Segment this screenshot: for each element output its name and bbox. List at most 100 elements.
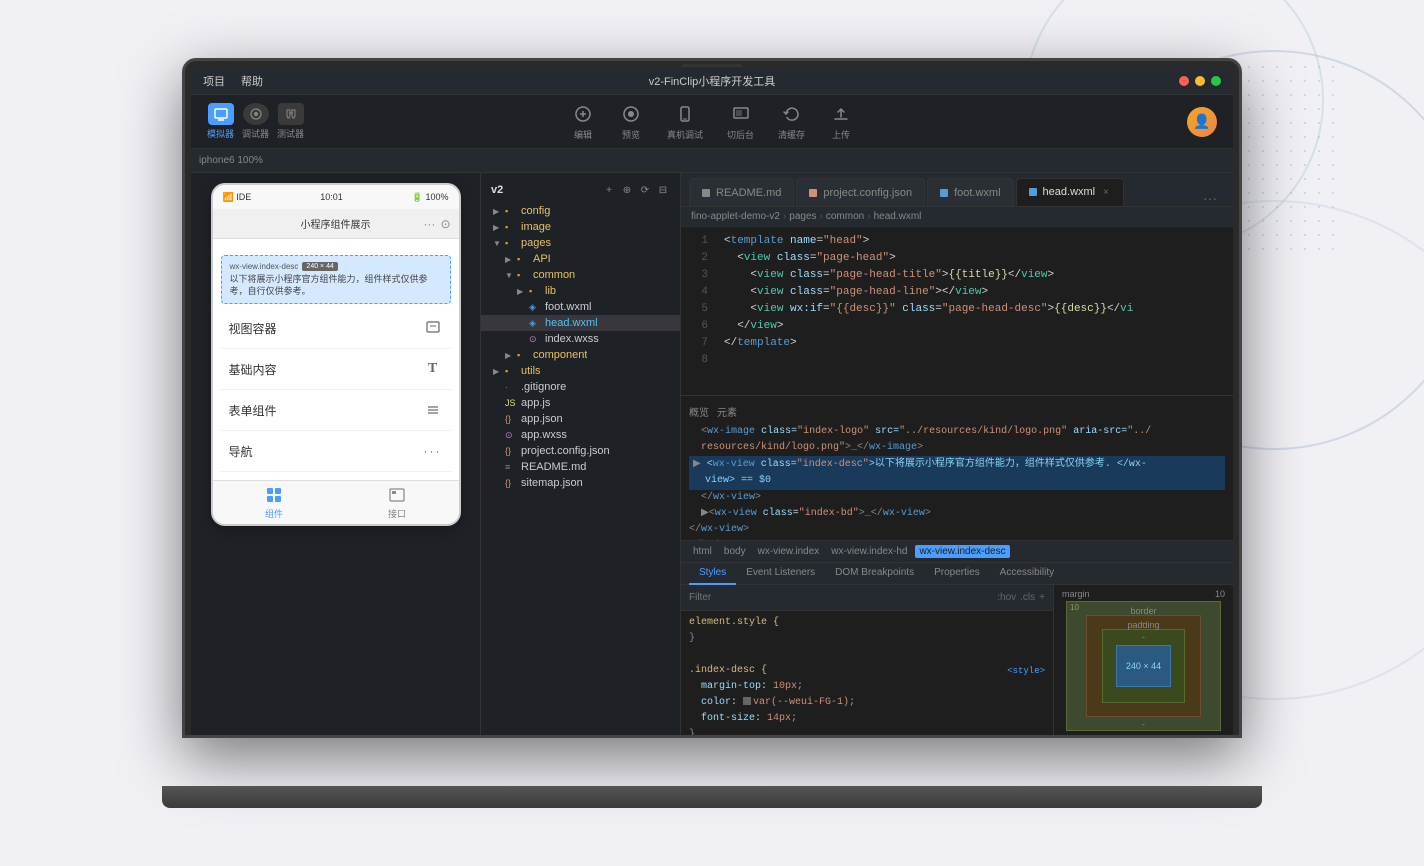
- styles-panel: :hov .cls + element.style {: [681, 585, 1053, 735]
- window-min-button[interactable]: [1195, 76, 1205, 86]
- elem-tag-html[interactable]: html: [689, 545, 716, 558]
- title-bar: 项目 帮助 v2-FinClip小程序开发工具: [191, 67, 1233, 95]
- debugger-button[interactable]: 调试器: [242, 103, 269, 140]
- styles-content[interactable]: element.style { } .index-desc { <style>: [681, 611, 1053, 735]
- tree-item-app-wxss[interactable]: ⊙ app.wxss: [481, 427, 680, 443]
- tab-accessibility[interactable]: Accessibility: [990, 563, 1064, 585]
- tester-button[interactable]: 测试器: [277, 103, 304, 140]
- tree-new-file[interactable]: +: [602, 183, 616, 197]
- tree-new-folder[interactable]: ⊕: [620, 183, 634, 197]
- readme-tab-icon: [702, 189, 710, 197]
- phone-nav-components[interactable]: 组件: [262, 485, 286, 520]
- styles-filter-input[interactable]: [689, 592, 997, 603]
- laptop-screen: 项目 帮助 v2-FinClip小程序开发工具: [191, 67, 1233, 735]
- tree-item-index-wxss[interactable]: ⊙ index.wxss: [481, 331, 680, 347]
- phone-section-nav-icon: ···: [423, 441, 443, 461]
- tree-item-config[interactable]: ▶ ▪ config: [481, 203, 680, 219]
- edit-label: 编辑: [574, 128, 592, 141]
- laptop-body: 项目 帮助 v2-FinClip小程序开发工具: [182, 58, 1242, 738]
- tree-item-app-js[interactable]: JS app.js: [481, 395, 680, 411]
- elem-tag-wx-view-hd[interactable]: wx-view.index-hd: [827, 545, 911, 558]
- tab-project-config[interactable]: project.config.json: [796, 178, 925, 206]
- upload-label: 上传: [832, 128, 850, 141]
- phone-section-views: 视图容器: [221, 308, 451, 349]
- filter-cls[interactable]: .cls: [1020, 592, 1035, 603]
- file-tree-list: ▶ ▪ config ▶ ▪ image ▼ ▪ pages ▶ ▪ API ▼…: [481, 203, 680, 491]
- components-nav-label: 组件: [265, 507, 283, 520]
- code-area[interactable]: 1 2 3 4 5 6 7 8 <templ: [681, 227, 1233, 395]
- edit-button[interactable]: 编辑: [571, 102, 595, 141]
- tab-head-wxml[interactable]: head.wxml ×: [1016, 178, 1124, 206]
- upload-button[interactable]: 上传: [829, 102, 853, 141]
- tree-item-common[interactable]: ▼ ▪ common: [481, 267, 680, 283]
- tree-item-README-md[interactable]: ≡ README.md: [481, 459, 680, 475]
- code-line-3: <view class="page-head-title">{{title}}<…: [724, 267, 1225, 284]
- head-wxml-tab-close[interactable]: ×: [1101, 187, 1111, 198]
- editor-devtools-split: 1 2 3 4 5 6 7 8 <templ: [681, 227, 1233, 735]
- tab-styles[interactable]: Styles: [689, 563, 736, 585]
- tab-foot-wxml[interactable]: foot.wxml: [927, 178, 1013, 206]
- tree-item-API[interactable]: ▶ ▪ API: [481, 251, 680, 267]
- phone-nav-api[interactable]: 接口: [385, 485, 409, 520]
- filter-add[interactable]: +: [1039, 592, 1045, 603]
- tab-event-listeners[interactable]: Event Listeners: [736, 563, 825, 585]
- tree-item--gitignore[interactable]: · .gitignore: [481, 379, 680, 395]
- html-header-overview[interactable]: 概览: [689, 404, 709, 420]
- main-content: 📶 IDE 10:01 🔋 100% 小程序组件展示 ··· ⊙: [191, 173, 1233, 735]
- menu-project[interactable]: 项目: [203, 73, 225, 89]
- tab-dom-breakpoints[interactable]: DOM Breakpoints: [825, 563, 924, 585]
- tree-item-head-wxml[interactable]: ◈ head.wxml: [481, 315, 680, 331]
- html-line-5: ▶<wx-view class="index-bd">_</wx-view>: [689, 506, 1225, 522]
- html-line-3[interactable]: ▶ <wx-view class="index-desc">以下将展示小程序官方…: [689, 456, 1225, 490]
- menu-help[interactable]: 帮助: [241, 73, 263, 89]
- code-editor: README.md project.config.json foot.wxml: [681, 173, 1233, 735]
- clear-cache-label: 清缓存: [778, 128, 805, 141]
- tester-icon: [278, 103, 304, 125]
- tree-item-foot-wxml[interactable]: ◈ foot.wxml: [481, 299, 680, 315]
- tree-item-utils[interactable]: ▶ ▪ utils: [481, 363, 680, 379]
- tree-collapse[interactable]: ⊟: [656, 183, 670, 197]
- html-line-6: </wx-view>: [689, 522, 1225, 538]
- box-margin-indicator: 10: [1070, 603, 1079, 612]
- user-avatar[interactable]: 👤: [1187, 107, 1217, 137]
- tree-refresh[interactable]: ⟳: [638, 183, 652, 197]
- elem-tag-wx-view-desc[interactable]: wx-view.index-desc: [915, 545, 1009, 558]
- tree-item-project-config-json[interactable]: {} project.config.json: [481, 443, 680, 459]
- preview-button[interactable]: 预览: [619, 102, 643, 141]
- filter-hover[interactable]: :hov: [997, 592, 1016, 603]
- tree-item-sitemap-json[interactable]: {} sitemap.json: [481, 475, 680, 491]
- code-line-2: <view class="page-head">: [724, 250, 1225, 267]
- background-button[interactable]: 切后台: [727, 102, 754, 141]
- clear-cache-button[interactable]: 清缓存: [778, 102, 805, 141]
- devtools-bottom: :hov .cls + element.style {: [681, 585, 1233, 735]
- breadcrumb-file: head.wxml: [874, 211, 922, 222]
- filter-buttons: :hov .cls +: [997, 592, 1045, 603]
- code-content[interactable]: <template name="head"> <view class="page…: [716, 227, 1233, 395]
- box-margin-label: margin: [1062, 589, 1090, 599]
- device-bar: iphone6 100%: [191, 149, 1233, 173]
- elem-tag-body[interactable]: body: [720, 545, 750, 558]
- window-max-button[interactable]: [1211, 76, 1221, 86]
- tree-item-pages[interactable]: ▼ ▪ pages: [481, 235, 680, 251]
- box-model-panel: margin 10 border -: [1053, 585, 1233, 735]
- padding-label: padding: [1127, 620, 1159, 630]
- phone-section-form: 表单组件: [221, 390, 451, 431]
- devtools-html-view[interactable]: 概览 元素 <wx-image class="index-logo" src="…: [681, 396, 1233, 541]
- tab-readme[interactable]: README.md: [689, 178, 794, 206]
- device-debug-button[interactable]: 真机调试: [667, 102, 703, 141]
- breadcrumb-root: fino-applet-demo-v2: [691, 211, 780, 222]
- tab-properties[interactable]: Properties: [924, 563, 990, 585]
- tree-item-component[interactable]: ▶ ▪ component: [481, 347, 680, 363]
- phone-nav-bar: 小程序组件展示 ··· ⊙: [213, 209, 459, 239]
- html-header-elements[interactable]: 元素: [717, 404, 737, 420]
- tree-item-app-json[interactable]: {} app.json: [481, 411, 680, 427]
- elem-tag-wx-view-index[interactable]: wx-view.index: [754, 545, 824, 558]
- api-icon: [385, 485, 409, 505]
- simulator-button[interactable]: 模拟器: [207, 103, 234, 140]
- tabs-more-button[interactable]: ···: [1195, 190, 1225, 206]
- phone-bottom-nav: 组件 接口: [213, 480, 459, 524]
- tree-item-lib[interactable]: ▶ ▪ lib: [481, 283, 680, 299]
- tree-item-image[interactable]: ▶ ▪ image: [481, 219, 680, 235]
- toolbar-left: 模拟器 调试器 测试器: [207, 103, 304, 140]
- window-close-button[interactable]: [1179, 76, 1189, 86]
